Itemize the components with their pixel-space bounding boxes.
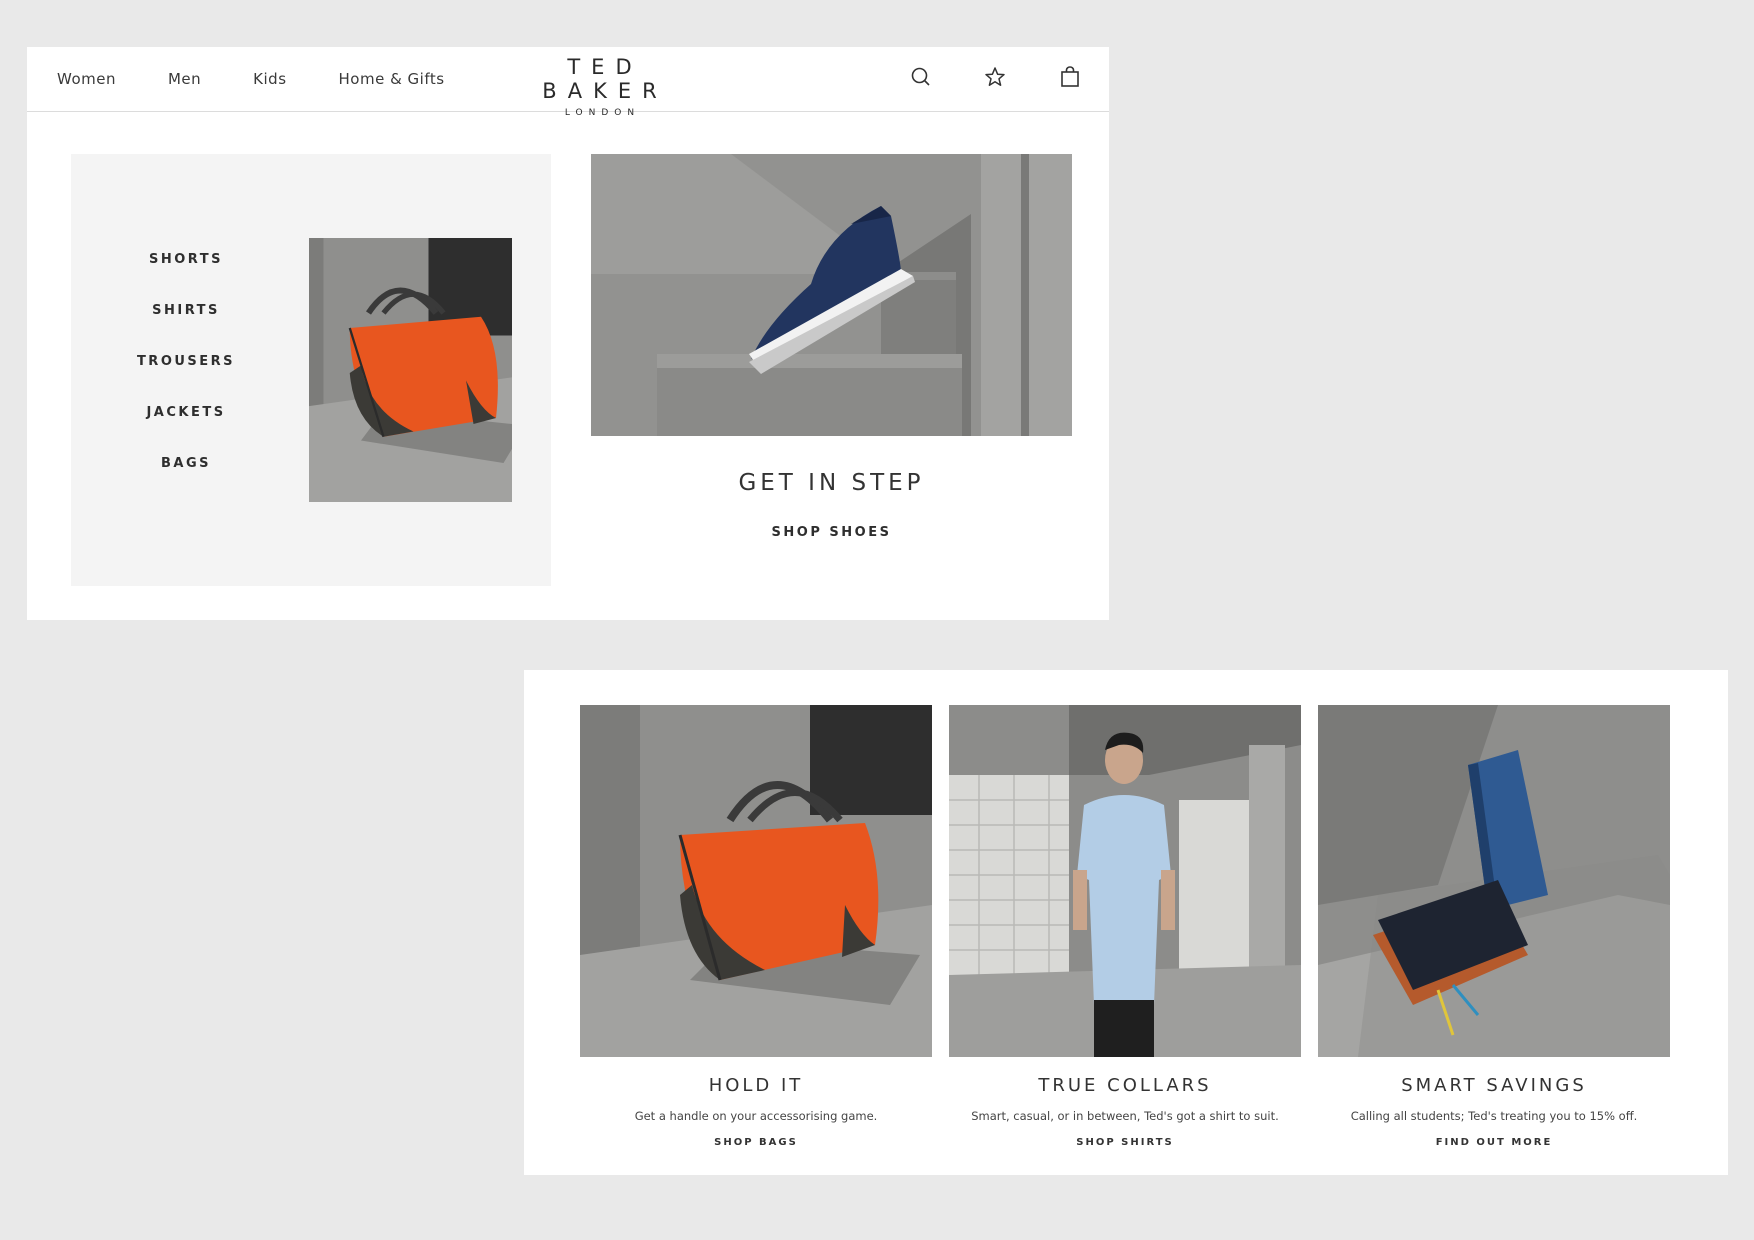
hero-title: GET IN STEP bbox=[738, 470, 925, 496]
promo-card-savings: SMART SAVINGS Calling all students; Ted'… bbox=[1318, 705, 1670, 1148]
shoes-hero-image[interactable] bbox=[591, 154, 1072, 436]
bag-promo-image[interactable] bbox=[309, 238, 512, 502]
promo-card-bags: HOLD IT Get a handle on your accessorisi… bbox=[580, 705, 932, 1148]
wishlist-star-icon[interactable] bbox=[983, 65, 1007, 89]
category-shorts[interactable]: SHORTS bbox=[111, 252, 261, 303]
card-description: Calling all students; Ted's treating you… bbox=[1350, 1109, 1638, 1123]
category-trousers[interactable]: TROUSERS bbox=[111, 354, 261, 405]
category-list: SHORTS SHIRTS TROUSERS JACKETS BAGS bbox=[111, 252, 261, 507]
nav-women[interactable]: Women bbox=[57, 70, 116, 88]
shirts-promo-image[interactable] bbox=[949, 705, 1301, 1057]
category-bags[interactable]: BAGS bbox=[111, 456, 261, 507]
nav-home-gifts[interactable]: Home & Gifts bbox=[339, 70, 445, 88]
shop-bags-link[interactable]: SHOP BAGS bbox=[580, 1137, 932, 1148]
category-dropdown: SHORTS SHIRTS TROUSERS JACKETS BAGS bbox=[71, 154, 551, 586]
promo-cards-panel: HOLD IT Get a handle on your accessorisi… bbox=[524, 670, 1728, 1175]
category-jackets[interactable]: JACKETS bbox=[111, 405, 261, 456]
card-description: Smart, casual, or in between, Ted's got … bbox=[971, 1109, 1279, 1123]
card-title: TRUE COLLARS bbox=[1038, 1075, 1212, 1096]
main-nav: Women Men Kids Home & Gifts bbox=[57, 47, 445, 111]
logo-sub-text: LONDON bbox=[564, 108, 641, 118]
nav-men[interactable]: Men bbox=[168, 70, 201, 88]
search-icon[interactable] bbox=[909, 65, 933, 89]
card-title: HOLD IT bbox=[708, 1075, 804, 1096]
shop-shirts-link[interactable]: SHOP SHIRTS bbox=[949, 1137, 1301, 1148]
site-header: Women Men Kids Home & Gifts TED BAKER LO… bbox=[27, 47, 1109, 118]
shopping-bag-icon[interactable] bbox=[1058, 65, 1082, 89]
brand-logo[interactable]: TED BAKER LONDON bbox=[487, 55, 712, 118]
card-description: Get a handle on your accessorising game. bbox=[634, 1109, 878, 1123]
bags-promo-image[interactable] bbox=[580, 705, 932, 1057]
promo-card-shirts: TRUE COLLARS Smart, casual, or in betwee… bbox=[949, 705, 1301, 1148]
nav-kids[interactable]: Kids bbox=[253, 70, 286, 88]
find-out-more-link[interactable]: FIND OUT MORE bbox=[1318, 1137, 1670, 1148]
shop-shoes-link[interactable]: SHOP SHOES bbox=[591, 525, 1072, 540]
category-shirts[interactable]: SHIRTS bbox=[111, 303, 261, 354]
logo-brand-text: TED BAKER bbox=[542, 55, 668, 103]
mega-menu-panel: Women Men Kids Home & Gifts TED BAKER LO… bbox=[27, 47, 1109, 620]
card-title: SMART SAVINGS bbox=[1401, 1075, 1587, 1096]
savings-promo-image[interactable] bbox=[1318, 705, 1670, 1057]
